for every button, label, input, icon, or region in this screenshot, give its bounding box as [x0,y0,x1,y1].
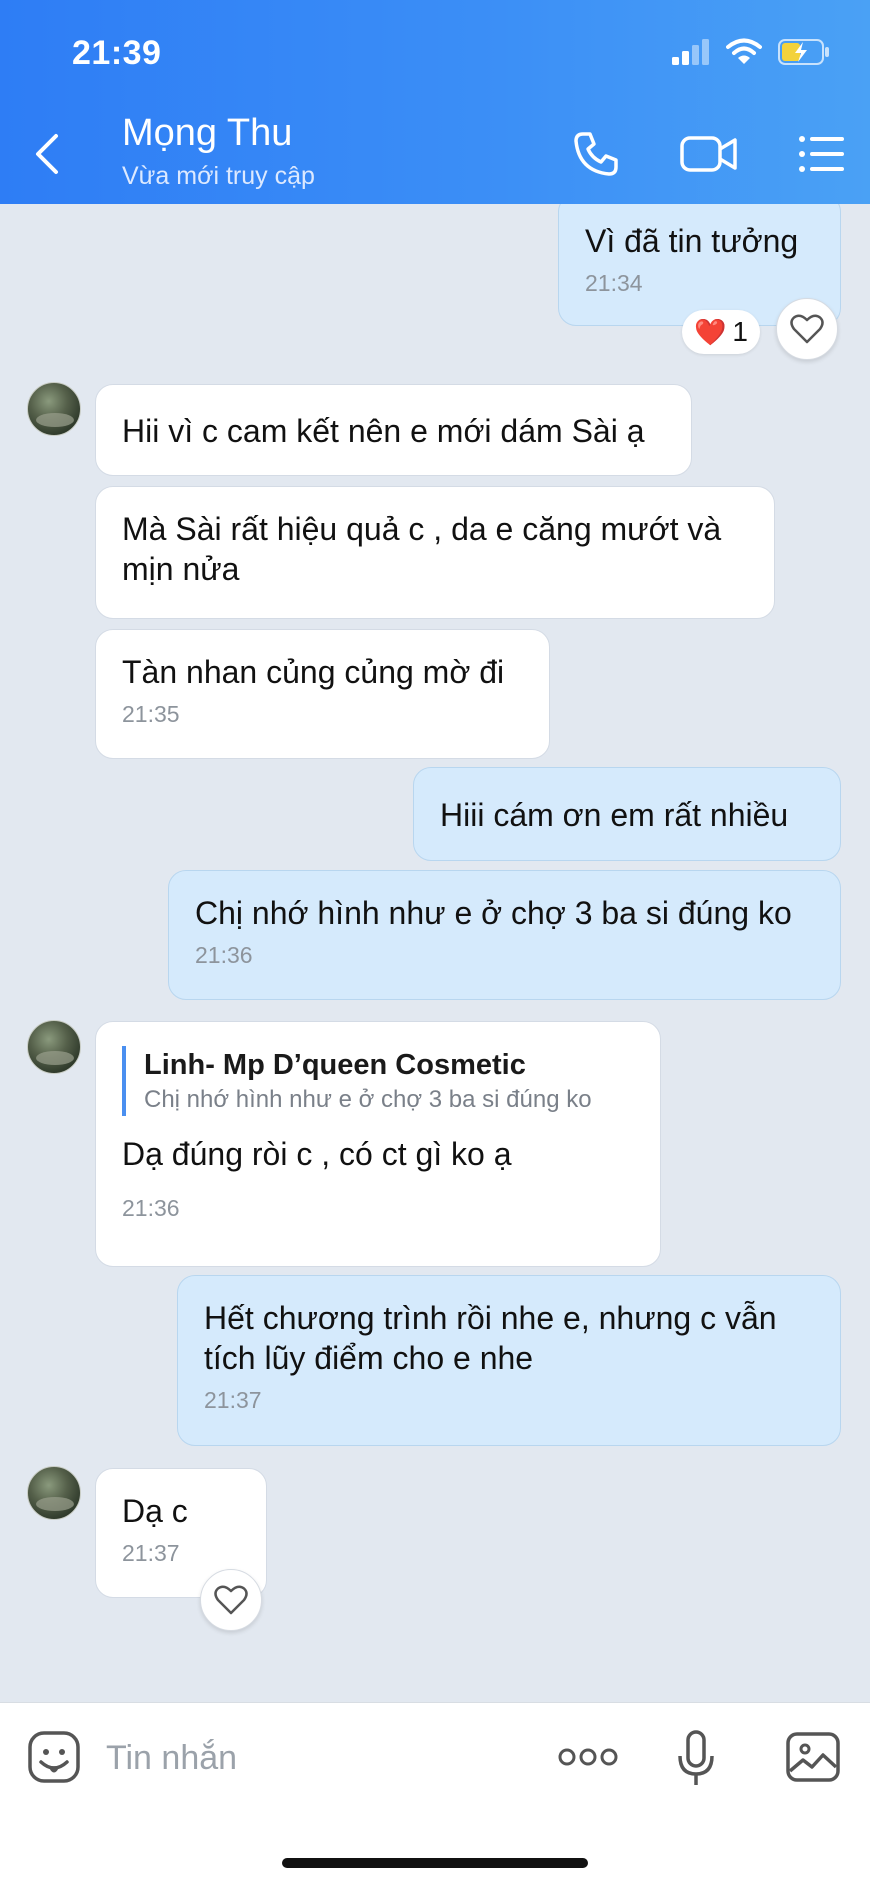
home-indicator [282,1858,588,1868]
message-time: 21:36 [122,1195,180,1221]
video-camera-icon [680,136,737,172]
sticker-button[interactable] [26,1729,82,1785]
react-button[interactable] [200,1569,262,1631]
wifi-icon [726,38,762,64]
react-button[interactable] [776,298,838,360]
back-arrow-icon[interactable] [30,130,66,178]
message-time: 21:36 [195,942,253,968]
message-text: Chị nhớ hình như e ở chợ 3 ba si đúng ko [195,895,792,931]
contact-status: Vừa mới truy cập [122,162,315,190]
avatar[interactable] [27,1466,81,1520]
reaction-count: 1 [732,316,748,347]
phone-icon [574,132,618,176]
emoji-sticker-icon [28,1731,80,1783]
image-button[interactable] [784,1729,842,1785]
message-text: Hết chương trình rồi nhe e, nhưng c vẫn … [204,1300,777,1376]
message-bubble-incoming[interactable]: Hii vì c cam kết nên e mới dám Sài ạ [95,384,692,476]
quoted-sender: Linh- Mp D’queen Cosmetic [144,1049,526,1081]
message-text: Mà Sài rất hiệu quả c , da e căng mướt v… [122,511,722,587]
microphone-icon [678,1730,714,1785]
message-time: 21:34 [585,270,643,296]
heart-outline-icon [214,1585,248,1615]
message-text: Tàn nhan củng củng mờ đi [122,654,505,690]
chat-header: 21:39 Mọng Thu Vừa mới truy cập [0,0,870,204]
signal-icon [672,39,709,65]
message-bubble-outgoing[interactable]: Chị nhớ hình như e ở chợ 3 ba si đúng ko… [168,870,841,1000]
message-input-bar: Tin nhắn [0,1702,870,1883]
avatar[interactable] [27,382,81,436]
message-time: 21:35 [122,701,180,727]
message-bubble-outgoing[interactable]: Hết chương trình rồi nhe e, nhưng c vẫn … [177,1275,841,1446]
message-text: Dạ đúng ròi c , có ct gì ko ạ [122,1136,512,1172]
message-text: Vì đã tin tưởng [585,223,799,259]
avatar[interactable] [27,1020,81,1074]
message-bubble-incoming[interactable]: Tàn nhan củng củng mờ đi 21:35 [95,629,550,759]
quoted-message[interactable]: Linh- Mp D’queen Cosmetic Chị nhớ hình n… [122,1046,634,1116]
message-time: 21:37 [204,1387,262,1413]
message-text: Hiii cám ơn em rất nhiều [440,797,789,833]
message-time: 21:37 [122,1540,180,1566]
battery-icon [778,39,829,65]
voice-message-button[interactable] [676,1729,716,1789]
reaction-badge[interactable]: ❤️ 1 [682,310,760,354]
more-options-button[interactable] [556,1729,620,1785]
message-bubble-incoming[interactable]: Linh- Mp D’queen Cosmetic Chị nhớ hình n… [95,1021,661,1267]
message-input[interactable]: Tin nhắn [106,1739,237,1778]
list-menu-icon [799,136,844,172]
status-time: 21:39 [72,34,162,72]
chat-messages[interactable]: Vì đã tin tưởng 21:34 ❤️ 1 Hii vì c cam … [0,204,870,1702]
image-gallery-icon [786,1732,840,1782]
contact-name[interactable]: Mọng Thu [122,112,292,155]
quoted-text: Chị nhớ hình như e ở chợ 3 ba si đúng ko [144,1086,592,1113]
message-text: Hii vì c cam kết nên e mới dám Sài ạ [122,413,645,449]
call-button[interactable] [566,126,626,182]
heart-reaction-icon: ❤️ [694,316,727,347]
more-dots-icon [558,1748,618,1766]
heart-outline-icon [790,314,824,344]
options-menu-button[interactable] [792,126,852,182]
message-bubble-incoming[interactable]: Mà Sài rất hiệu quả c , da e căng mướt v… [95,486,775,619]
message-text: Dạ c [122,1493,188,1529]
video-call-button[interactable] [677,126,741,182]
status-icons [672,38,830,66]
message-bubble-outgoing[interactable]: Hiii cám ơn em rất nhiều [413,767,841,861]
